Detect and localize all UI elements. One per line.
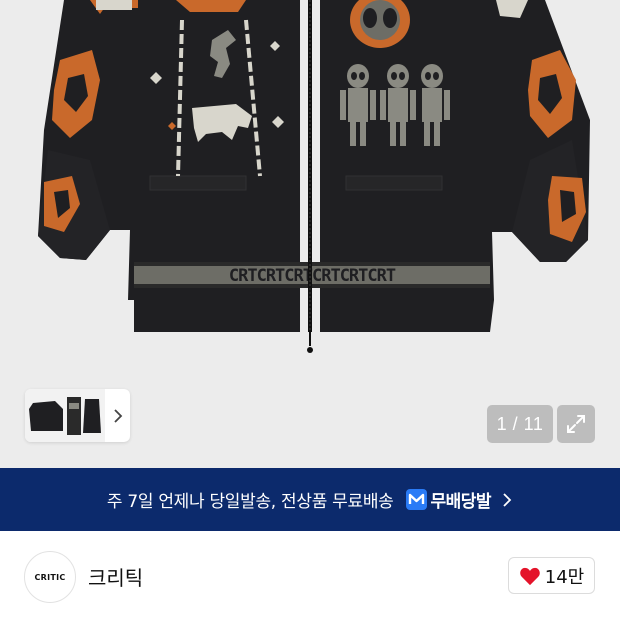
product-image[interactable]: CRTCRTCRTCRTCRTCRT xyxy=(0,0,620,390)
m-logo-icon xyxy=(405,489,427,510)
seller-row: CRITIC 크리틱 14만 xyxy=(0,531,620,620)
image-page-counter: 1 / 11 xyxy=(487,405,553,443)
expand-arrows-icon xyxy=(567,415,585,433)
product-image-viewer[interactable]: CRTCRTCRTCRTCRTCRT xyxy=(0,0,620,468)
seller-logo-text: CRITIC xyxy=(34,572,66,582)
thumbnail-image[interactable] xyxy=(25,389,105,442)
seller-name[interactable]: 크리틱 xyxy=(88,562,143,591)
chevron-right-icon xyxy=(113,408,122,423)
seller-avatar[interactable]: CRITIC xyxy=(24,551,76,603)
banner-text: 주 7일 언제나 당일발송, 전상품 무료배송 xyxy=(106,492,394,512)
thumbnail-next-button[interactable] xyxy=(105,389,130,442)
like-button[interactable]: 14만 xyxy=(508,557,595,594)
like-count: 14만 xyxy=(544,566,585,588)
free-shipping-badge: 무배당발 xyxy=(405,487,492,512)
thumbnail-strip[interactable] xyxy=(25,389,130,442)
knit-pattern-text: CRTCRTCRTCRTCRTCRT xyxy=(229,266,396,286)
heart-icon xyxy=(519,567,540,585)
expand-image-button[interactable] xyxy=(557,405,595,443)
delivery-promo-banner[interactable]: 주 7일 언제나 당일발송, 전상품 무료배송 무배당발 xyxy=(0,468,620,531)
badge-label: 무배당발 xyxy=(430,492,492,512)
chevron-right-icon xyxy=(503,492,512,507)
